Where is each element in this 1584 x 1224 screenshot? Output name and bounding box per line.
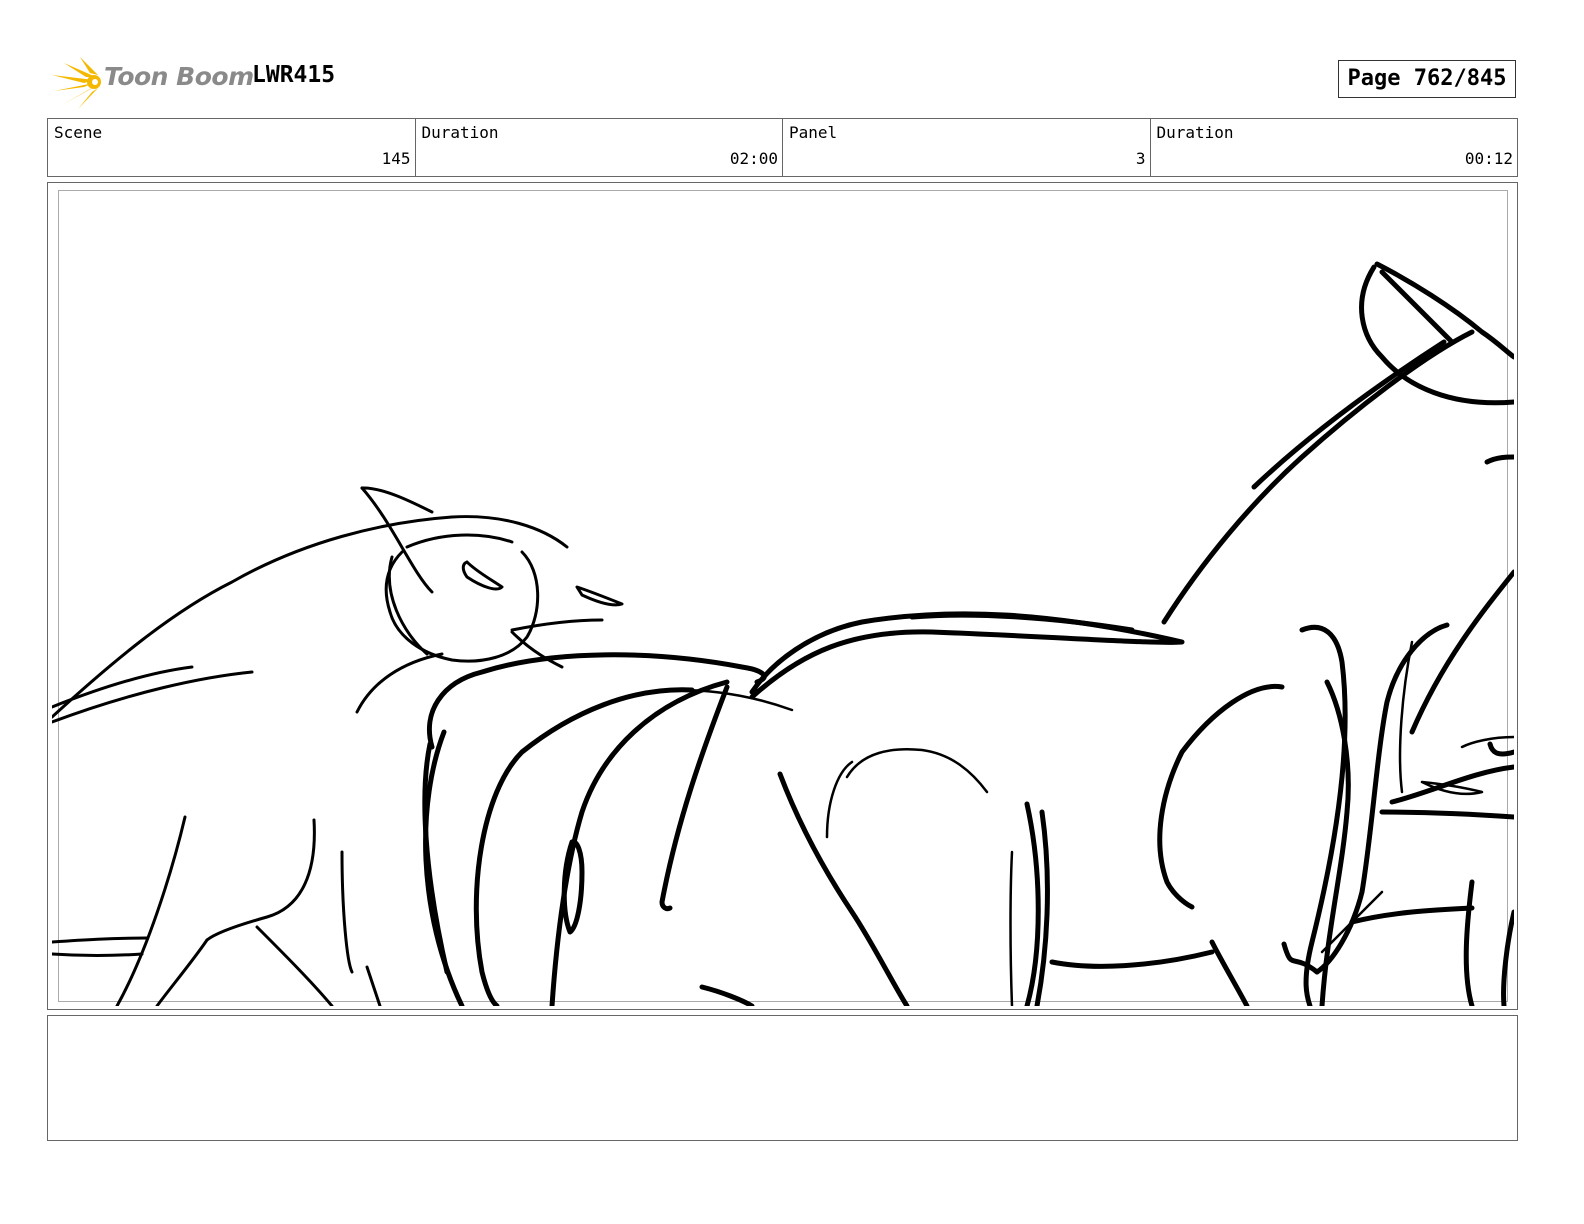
scene-cell: Scene 145 (48, 119, 416, 176)
panel-cell: Panel 3 (783, 119, 1151, 176)
scene-duration-cell: Duration 02:00 (416, 119, 783, 176)
panel-duration-value: 00:12 (1464, 149, 1513, 168)
panel-label: Panel (789, 123, 838, 142)
panel-value: 3 (1135, 149, 1146, 168)
scene-duration-value: 02:00 (729, 149, 778, 168)
scene-duration-label: Duration (421, 123, 499, 142)
scene-label: Scene (54, 123, 103, 142)
notes-box (47, 1015, 1518, 1141)
project-code: LWR415 (252, 62, 336, 88)
panel-duration-label: Duration (1156, 123, 1234, 142)
info-row: Scene 145 Duration 02:00 Panel 3 Duratio… (47, 118, 1518, 177)
scene-value: 145 (381, 149, 411, 168)
storyboard-sketch (52, 261, 1514, 1006)
page-number: Page 762/845 (1338, 60, 1516, 98)
panel-duration-cell: Duration 00:12 (1151, 119, 1518, 176)
logo-text: Toon Boom (104, 62, 254, 91)
